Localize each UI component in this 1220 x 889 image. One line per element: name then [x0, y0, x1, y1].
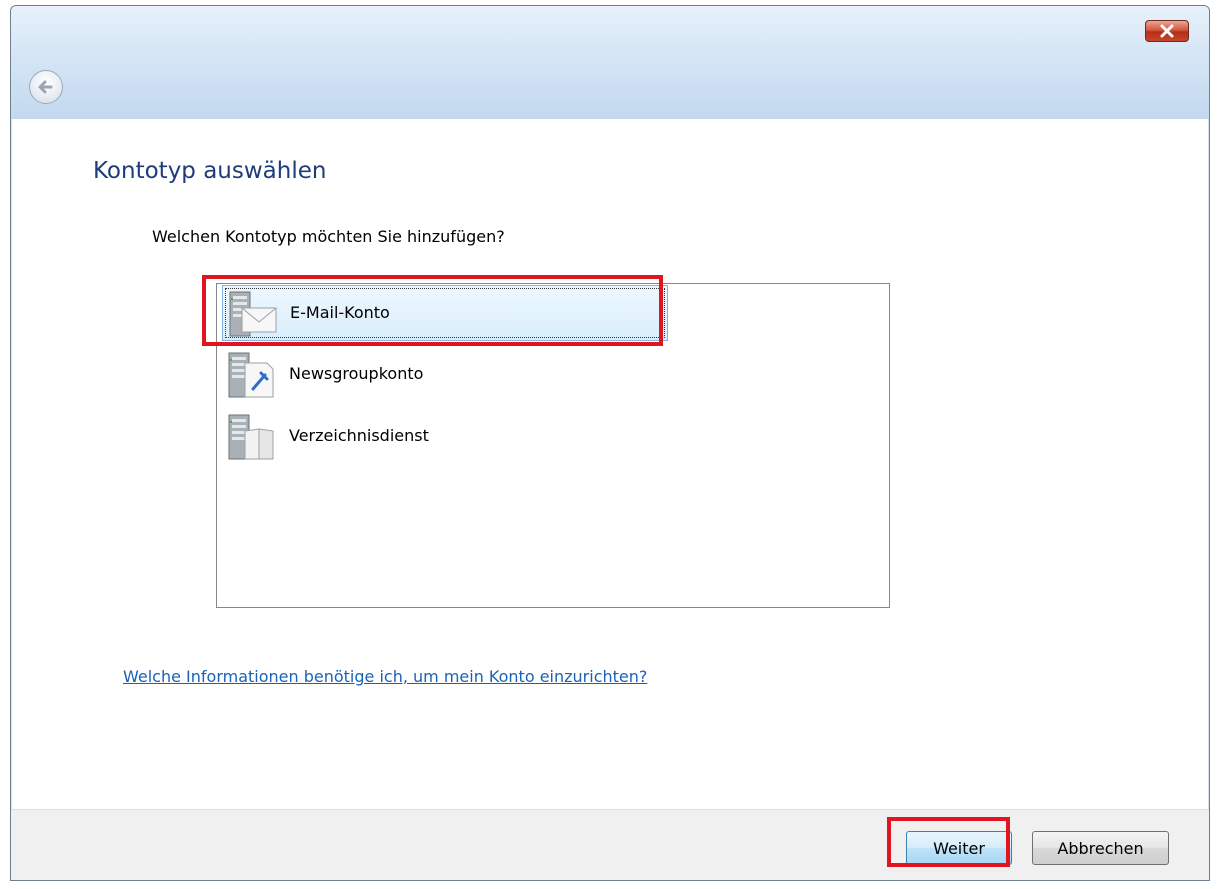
back-arrow-icon [38, 80, 53, 94]
list-item-label: Verzeichnisdienst [289, 426, 429, 445]
list-item-newsgroup-account[interactable]: Newsgroupkonto [222, 347, 668, 403]
directory-server-icon [228, 414, 274, 460]
highlight-frame-email [202, 275, 663, 346]
list-item-directory-service[interactable]: Verzeichnisdienst [222, 409, 668, 465]
wizard-footer: Weiter Abbrechen [11, 809, 1209, 880]
list-item-label: Newsgroupkonto [289, 364, 424, 383]
question-text: Welchen Kontotyp möchten Sie hinzufügen? [152, 227, 505, 246]
close-icon [1160, 24, 1174, 38]
highlight-frame-next [887, 817, 1010, 867]
account-wizard-window: Kontotyp auswählen Welchen Kontotyp möch… [10, 5, 1210, 881]
page-title: Kontotyp auswählen [93, 158, 327, 184]
wizard-content: Kontotyp auswählen Welchen Kontotyp möch… [11, 118, 1209, 809]
newsgroup-server-icon [228, 352, 274, 398]
back-button[interactable] [29, 70, 63, 104]
close-button[interactable] [1145, 20, 1189, 42]
cancel-button[interactable]: Abbrechen [1032, 831, 1169, 865]
help-link[interactable]: Welche Informationen benötige ich, um me… [123, 667, 647, 686]
titlebar [11, 6, 1209, 118]
